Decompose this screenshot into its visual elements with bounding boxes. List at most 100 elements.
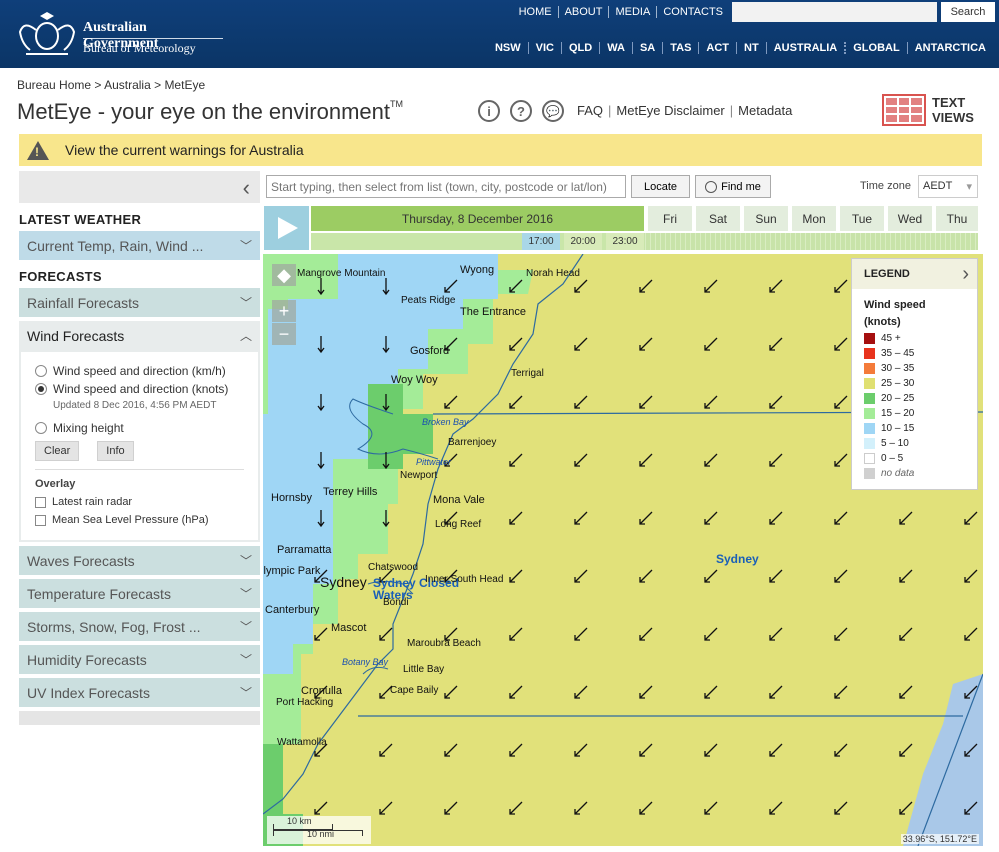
chevron-down-icon: ﹀ <box>239 587 252 601</box>
radio-wind-knots[interactable]: Wind speed and direction (knots) <box>35 382 244 396</box>
info-button[interactable]: Info <box>97 441 134 461</box>
locate-button[interactable]: Locate <box>631 175 690 198</box>
legend-item: 35 – 45 <box>852 346 977 361</box>
hour-tick-2300[interactable]: 23:00 <box>606 233 644 250</box>
chevron-right-icon[interactable]: › <box>962 263 969 286</box>
legend-item: 0 – 5 <box>852 451 977 466</box>
wind-arrow <box>769 569 783 583</box>
wind-arrow <box>379 627 393 641</box>
sidebar: ‹ LATEST WEATHER Current Temp, Rain, Win… <box>19 171 260 725</box>
radio-button[interactable] <box>35 422 47 434</box>
nav-home-link[interactable]: HOME <box>513 6 558 18</box>
wind-arrow <box>639 685 653 699</box>
zoom-in-button[interactable]: + <box>272 300 296 322</box>
map-label: Maroubra Beach <box>407 638 481 649</box>
play-button[interactable] <box>264 206 309 250</box>
accordion-wind[interactable]: Wind Forecasts ︿ <box>19 321 260 350</box>
accordion-uv[interactable]: UV Index Forecasts ﹀ <box>19 678 260 707</box>
breadcrumb-home-link[interactable]: Bureau Home <box>17 78 91 92</box>
feedback-icon[interactable]: 💬 <box>542 100 564 122</box>
state-link-qld[interactable]: QLD <box>560 42 599 54</box>
state-link-vic[interactable]: VIC <box>527 42 561 54</box>
find-me-button[interactable]: Find me <box>695 175 771 198</box>
legend-title: Wind speed (knots) <box>864 299 926 328</box>
day-tab-tue[interactable]: Tue <box>840 206 884 231</box>
wind-arrow <box>834 627 848 641</box>
accordion-current-conditions[interactable]: Current Temp, Rain, Wind ... ﹀ <box>19 231 260 260</box>
day-tab-fri[interactable]: Fri <box>648 206 692 231</box>
timezone-select[interactable]: AEDT <box>918 175 978 198</box>
help-icon[interactable]: ? <box>510 100 532 122</box>
wind-arrow <box>899 743 913 757</box>
radio-mixing-height[interactable]: Mixing height <box>35 421 244 435</box>
australia-home-icon[interactable]: ◆ <box>272 264 296 286</box>
map-label: Bondi <box>383 597 409 608</box>
chevron-down-icon: ﹀ <box>239 620 252 634</box>
hour-tick-2000[interactable]: 20:00 <box>564 233 602 250</box>
faq-link[interactable]: FAQ <box>577 103 603 118</box>
map-label: Sydney <box>320 574 367 590</box>
accordion-humidity[interactable]: Humidity Forecasts ﹀ <box>19 645 260 674</box>
wind-arrow <box>704 743 718 757</box>
state-link-wa[interactable]: WA <box>599 42 632 54</box>
bom-logo[interactable]: Australian Government Bureau of Meteorol… <box>16 8 223 60</box>
legend-swatch <box>864 408 875 419</box>
day-tab-wed[interactable]: Wed <box>888 206 932 231</box>
scale-km-label: 10 km <box>287 816 312 826</box>
state-link-act[interactable]: ACT <box>698 42 736 54</box>
breadcrumb-australia-link[interactable]: Australia <box>104 78 151 92</box>
hour-tick-1700[interactable]: 17:00 <box>522 233 560 250</box>
radio-button[interactable] <box>35 365 47 377</box>
checkbox-mslp[interactable]: Mean Sea Level Pressure (hPa) <box>35 514 244 526</box>
legend-header[interactable]: LEGEND › <box>852 259 977 289</box>
selected-day[interactable]: Thursday, 8 December 2016 <box>311 206 644 231</box>
accordion-temperature[interactable]: Temperature Forecasts ﹀ <box>19 579 260 608</box>
nav-about-link[interactable]: ABOUT <box>557 6 609 18</box>
info-icon[interactable]: i <box>478 100 500 122</box>
hour-slider[interactable] <box>311 233 978 250</box>
wind-arrow <box>899 801 913 815</box>
radio-button[interactable] <box>35 383 47 395</box>
state-link-australia[interactable]: AUSTRALIA <box>765 42 845 54</box>
day-tab-sat[interactable]: Sat <box>696 206 740 231</box>
site-header: Australian Government Bureau of Meteorol… <box>0 0 999 68</box>
legend-swatch <box>864 438 875 449</box>
accordion-rainfall[interactable]: Rainfall Forecasts ﹀ <box>19 288 260 317</box>
chevron-down-icon: ﹀ <box>239 296 252 310</box>
state-link-nt[interactable]: NT <box>736 42 766 54</box>
checkbox-rain-radar[interactable]: Latest rain radar <box>35 496 244 508</box>
state-link-global[interactable]: GLOBAL <box>844 42 906 54</box>
wind-arrow <box>964 627 978 641</box>
accordion-waves[interactable]: Waves Forecasts ﹀ <box>19 546 260 575</box>
zoom-out-button[interactable]: − <box>272 323 296 345</box>
wind-arrow <box>574 801 588 815</box>
wind-arrow <box>639 395 653 409</box>
location-search-input[interactable] <box>266 175 626 198</box>
map-label: Inner South Head <box>425 574 504 585</box>
metadata-link[interactable]: Metadata <box>738 103 792 118</box>
checkbox[interactable] <box>35 514 46 526</box>
text-views-button[interactable]: TEXT VIEWS <box>882 94 974 126</box>
chevron-left-icon[interactable]: ‹ <box>243 175 250 201</box>
day-tab-mon[interactable]: Mon <box>792 206 836 231</box>
site-search-input[interactable] <box>732 2 937 22</box>
radio-wind-kmh[interactable]: Wind speed and direction (km/h) <box>35 364 244 378</box>
state-link-nsw[interactable]: NSW <box>488 42 528 54</box>
legend-item: 15 – 20 <box>852 406 977 421</box>
checkbox[interactable] <box>35 496 46 508</box>
clear-button[interactable]: Clear <box>35 441 80 461</box>
disclaimer-link[interactable]: MetEye Disclaimer <box>616 103 724 118</box>
state-link-sa[interactable]: SA <box>631 42 662 54</box>
day-tab-thu[interactable]: Thu <box>936 206 978 231</box>
warnings-banner[interactable]: View the current warnings for Australia <box>19 134 982 166</box>
search-button[interactable]: Search <box>941 2 995 22</box>
accordion-storms[interactable]: Storms, Snow, Fog, Frost ... ﹀ <box>19 612 260 641</box>
day-tab-sun[interactable]: Sun <box>744 206 788 231</box>
state-link-antarctica[interactable]: ANTARCTICA <box>906 42 993 54</box>
state-link-tas[interactable]: TAS <box>662 42 698 54</box>
wind-arrow <box>704 801 718 815</box>
nav-contacts-link[interactable]: CONTACTS <box>656 6 729 18</box>
nav-media-link[interactable]: MEDIA <box>608 6 656 18</box>
sidebar-collapse-bar[interactable]: ‹ <box>19 171 260 203</box>
wind-arrow <box>639 511 653 525</box>
